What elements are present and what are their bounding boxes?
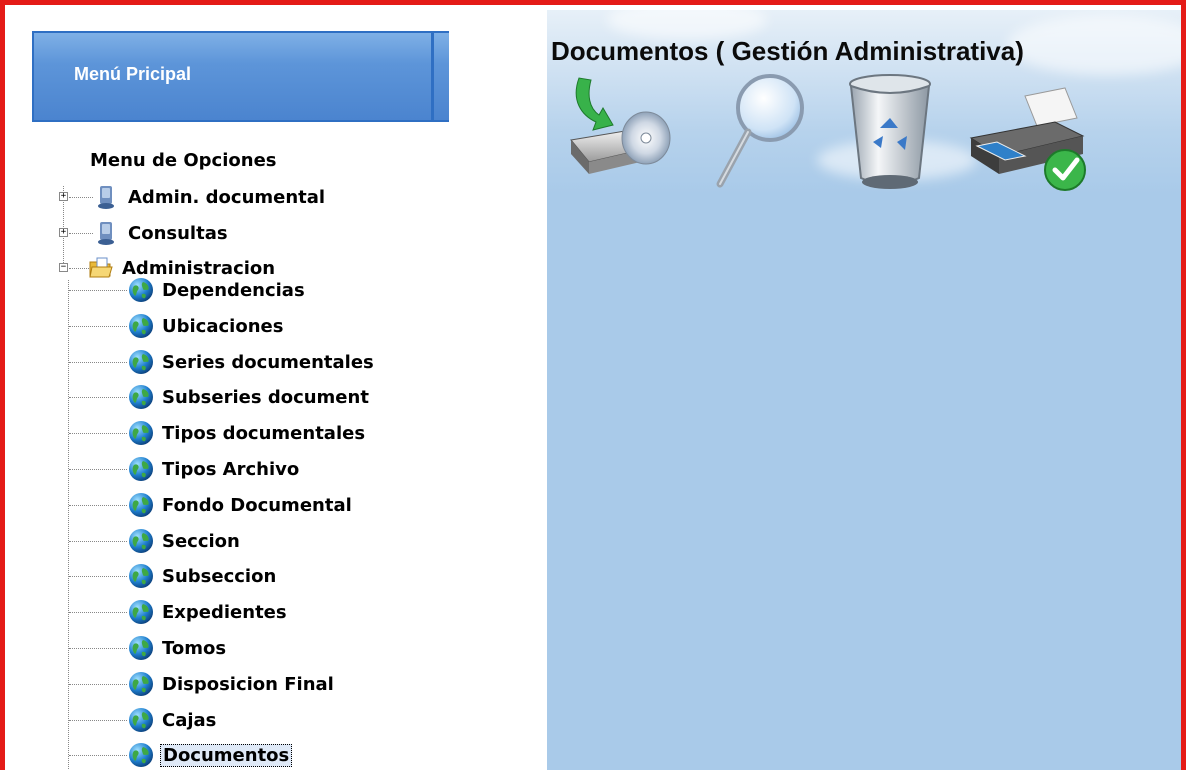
globe-icon [129,350,153,374]
tree-item-label: Cajas [162,709,217,731]
expand-toggle-consultas[interactable]: + [59,228,68,237]
options-menu-caption: Menu de Opciones [90,150,277,171]
tree-item-expedientes[interactable]: Expedientes [128,597,289,627]
save-button[interactable] [561,70,671,190]
tree-item-label: Subseries document [162,386,369,408]
tree-connector [69,233,93,234]
tree-connector [69,326,127,327]
tree-item-tipos-archivo[interactable]: Tipos Archivo [128,454,301,484]
tree-item-label: Documentos [160,743,293,767]
tree-item-label: Subseccion [162,565,277,587]
collapse-toggle-administracion[interactable]: − [59,263,68,272]
print-button[interactable] [965,86,1095,196]
sky-cloud [1007,15,1181,75]
tree-item-subseccion[interactable]: Subseccion [128,561,278,591]
tree-item-tomos[interactable]: Tomos [128,633,228,663]
tree-item-admin-documental[interactable]: Admin. documental [94,182,327,212]
tree-item-label: Fondo Documental [162,494,352,516]
left-pane: Menú Pricipal Menu de Opciones + Admin. … [10,10,547,770]
globe-icon [129,672,153,696]
tree-item-series-documentales[interactable]: Series documentales [128,347,376,377]
tree-item-label: Tipos documentales [162,422,366,444]
tree-item-dependencias[interactable]: Dependencias [128,275,307,305]
tree-connector [69,397,127,398]
globe-icon [129,278,153,302]
app-frame: Menú Pricipal Menu de Opciones + Admin. … [0,0,1186,770]
tree-connector [69,755,127,756]
tree-item-label: Seccion [162,530,240,552]
tree-connector [69,362,127,363]
sky-cloud [607,5,767,40]
main-menu-header[interactable]: Menú Pricipal [32,31,449,122]
tree-connector [69,648,127,649]
tree-item-label: Expedientes [162,601,287,623]
globe-icon [129,493,153,517]
recycle-bin-icon [849,74,931,189]
main-menu-title: Menú Pricipal [74,64,192,84]
tree-child-line [68,280,69,770]
globe-icon [129,385,153,409]
delete-button[interactable] [845,70,935,195]
tree-item-ubicaciones[interactable]: Ubicaciones [128,311,285,341]
globe-icon [129,636,153,660]
tree-connector [69,541,127,542]
tree-item-label: Disposicion Final [162,673,334,695]
computer-icon [98,222,114,245]
header-separator [431,33,434,120]
search-button[interactable] [712,74,812,192]
globe-icon [129,314,153,338]
tree-item-label: Dependencias [162,279,305,301]
tree-item-tipos-documentales[interactable]: Tipos documentales [128,418,367,448]
tree-connector [69,290,127,291]
tree-item-documentos[interactable]: Documentos [128,740,293,770]
computer-icon [98,186,114,209]
tree-item-label: Tipos Archivo [162,458,300,480]
expand-toggle-admin-documental[interactable]: + [59,192,68,201]
globe-icon [129,457,153,481]
open-folder-icon [89,257,113,278]
tree-connector [69,576,127,577]
tree-item-seccion[interactable]: Seccion [128,526,242,556]
tree-item-subseries-document[interactable]: Subseries document [128,382,371,412]
globe-icon [129,564,153,588]
page-title: Documentos ( Gestión Administrativa) [551,36,1024,66]
tree-item-disposicion-final[interactable]: Disposicion Final [128,669,336,699]
globe-icon [129,421,153,445]
tree-item-label: Tomos [162,637,227,659]
content-pane: Documentos ( Gestión Administrativa) [547,5,1181,770]
tree-item-label: Admin. documental [128,186,326,208]
globe-icon [129,529,153,553]
printer-icon [969,87,1086,191]
tree-connector [69,433,127,434]
tree-connector [69,684,127,685]
save-disk-icon [570,77,671,174]
tree-item-consultas[interactable]: Consultas [94,218,230,248]
search-magnifier-icon [716,74,804,188]
tree-item-label: Series documentales [162,351,374,373]
tree-item-label: Consultas [128,222,228,244]
tree-connector [69,720,127,721]
tree-item-cajas[interactable]: Cajas [128,705,218,735]
tree-connector [69,612,127,613]
globe-icon [129,708,153,732]
tree-item-label: Ubicaciones [162,315,284,337]
tree-connector [69,469,127,470]
globe-icon [129,743,153,767]
tree-item-fondo-documental[interactable]: Fondo Documental [128,490,354,520]
tree-connector [69,197,93,198]
globe-icon [129,600,153,624]
tree-connector [69,505,127,506]
